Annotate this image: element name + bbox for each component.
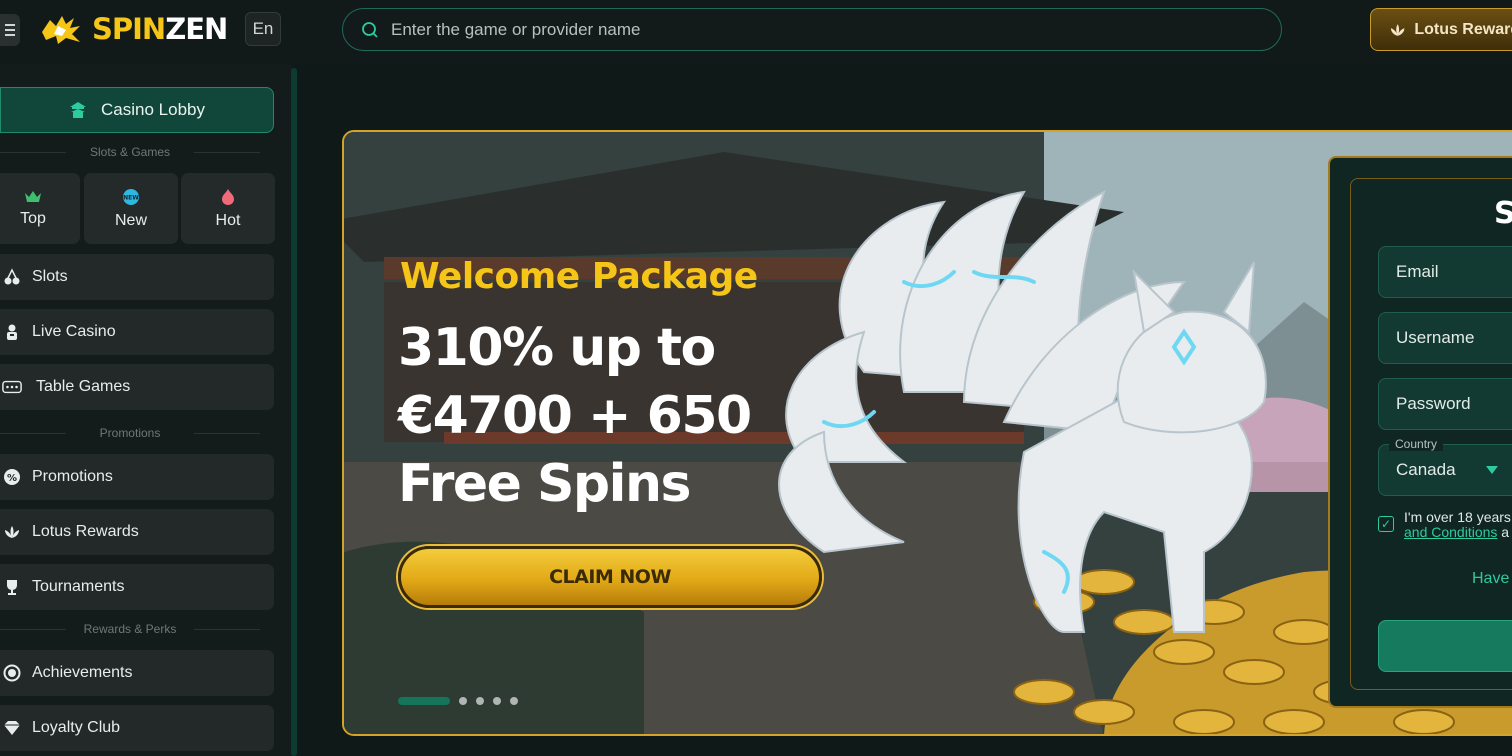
tile-hot[interactable]: Hot (181, 173, 275, 244)
carousel-dot[interactable] (493, 697, 501, 705)
carousel-dot-active[interactable] (398, 697, 450, 705)
headline-line-2: €4700 + 650 (398, 386, 752, 446)
claim-now-button[interactable]: CLAIM NOW (398, 546, 822, 608)
diamond-icon (2, 718, 22, 738)
lotus-icon (1390, 23, 1405, 36)
sidebar-item-label: Loyalty Club (32, 719, 121, 736)
trophy-icon (2, 577, 22, 597)
table-icon (2, 377, 22, 397)
banner-headline: 310% up to €4700 + 650 Free Spins (398, 314, 818, 518)
pagoda-icon (70, 102, 87, 118)
fox-logo-icon (42, 16, 80, 44)
tile-label: Top (20, 209, 46, 227)
username-placeholder: Username (1396, 328, 1475, 347)
carousel-dot[interactable] (510, 697, 518, 705)
menu-icon[interactable] (0, 14, 20, 46)
sidebar-item-label: Promotions (32, 468, 113, 485)
dealer-icon (2, 322, 22, 342)
lotus-rewards-label: Lotus Rewards (1414, 20, 1512, 38)
banner-welcome-text: Welcome Package (400, 256, 758, 297)
sidebar-item-lotus-rewards[interactable]: Lotus Rewards (0, 509, 274, 555)
sidebar-item-table-games[interactable]: Table Games (0, 364, 274, 410)
consent-text: I'm over 18 years and Conditions a (1404, 510, 1512, 540)
crown-icon (25, 190, 41, 202)
consent-after: a (1497, 524, 1510, 540)
signup-card: S Email Username Password Country Canada… (1328, 156, 1512, 708)
have-account-link[interactable]: Have (1472, 570, 1509, 588)
tile-new[interactable]: NEW New (84, 173, 178, 244)
headline-line-3: Free Spins (398, 454, 691, 514)
tile-label: New (114, 211, 147, 229)
sidebar-item-live-casino[interactable]: Live Casino (0, 309, 274, 355)
signup-title: S (1494, 196, 1512, 231)
sidebar-item-label: Table Games (36, 378, 131, 395)
logo-spin-text: SPIN (92, 12, 166, 46)
consent-line-1: I'm over 18 years (1404, 509, 1511, 525)
search-icon (362, 21, 378, 38)
flame-icon (222, 188, 234, 205)
medal-icon (2, 663, 22, 683)
tile-top[interactable]: Top (0, 173, 80, 244)
sidebar-item-tournaments[interactable]: Tournaments (0, 564, 274, 610)
sidebar-item-label: Tournaments (32, 578, 125, 595)
svg-text:NEW: NEW (123, 194, 139, 201)
cherries-icon (2, 267, 22, 287)
carousel-dots (398, 697, 518, 705)
tile-label: Hot (215, 211, 241, 229)
sidebar-item-promotions[interactable]: % Promotions (0, 454, 274, 500)
top-header: SPINZEN En Lotus Rewards (0, 0, 1512, 64)
sidebar-item-label: Achievements (32, 664, 133, 681)
sidebar-item-label: Slots (32, 268, 68, 285)
sidebar-item-slots[interactable]: Slots (0, 254, 274, 300)
headline-line-1: 310% up to (398, 318, 716, 378)
username-field[interactable]: Username (1378, 312, 1512, 364)
percent-icon: % (2, 467, 22, 487)
country-select[interactable]: Country Canada (1378, 437, 1512, 496)
svg-text:%: % (7, 473, 17, 484)
search-input[interactable] (391, 19, 1251, 40)
casino-lobby-button[interactable]: Casino Lobby (0, 87, 274, 133)
email-placeholder: Email (1396, 262, 1439, 281)
section-slots-games: Slots & Games (0, 145, 260, 159)
new-badge-icon: NEW (123, 188, 139, 205)
chevron-down-icon (1485, 466, 1498, 474)
carousel-dot[interactable] (476, 697, 484, 705)
logo-zen-text: ZEN (165, 12, 228, 46)
language-selector[interactable]: En (245, 12, 281, 46)
casino-lobby-label: Casino Lobby (101, 100, 205, 119)
sidebar-item-label: Live Casino (32, 323, 116, 340)
country-value: Canada (1396, 460, 1456, 479)
signup-submit-button[interactable] (1378, 620, 1512, 672)
lotus-rewards-button[interactable]: Lotus Rewards (1370, 8, 1512, 51)
country-label: Country (1389, 437, 1444, 451)
carousel-dot[interactable] (459, 697, 467, 705)
section-promotions: Promotions (0, 426, 260, 440)
password-placeholder: Password (1396, 394, 1471, 413)
email-field[interactable]: Email (1378, 246, 1512, 298)
section-rewards-perks: Rewards & Perks (0, 622, 260, 636)
sidebar-scrollbar[interactable] (291, 68, 297, 756)
sidebar-item-loyalty-club[interactable]: Loyalty Club (0, 705, 274, 751)
sidebar-item-label: Lotus Rewards (32, 523, 139, 540)
sidebar-item-achievements[interactable]: Achievements (0, 650, 274, 696)
logo[interactable]: SPINZEN (40, 12, 228, 46)
search-bar[interactable] (342, 8, 1282, 51)
password-field[interactable]: Password (1378, 378, 1512, 430)
lotus-icon (2, 522, 22, 542)
age-consent-checkbox[interactable]: ✓ (1378, 516, 1394, 532)
terms-link[interactable]: and Conditions (1404, 524, 1497, 540)
